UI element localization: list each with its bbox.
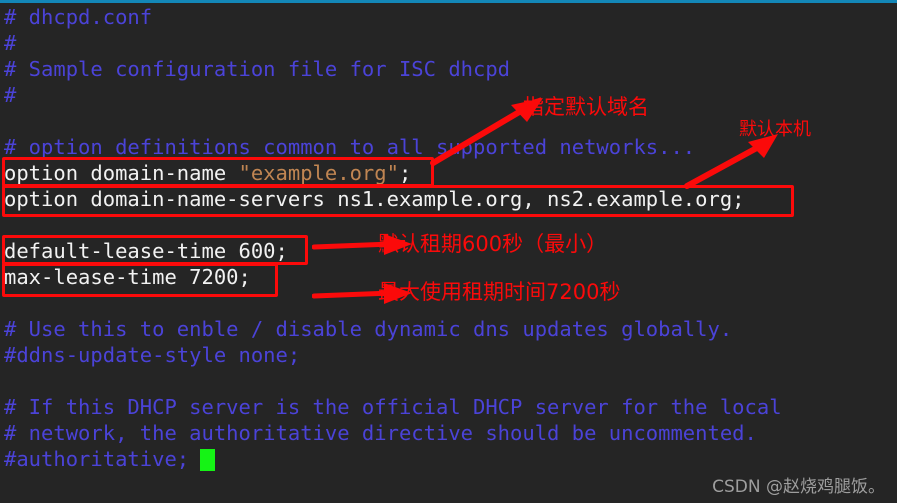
code-line-7-string: "example.org" [238,161,399,185]
text-cursor [200,449,215,471]
csdn-watermark: CSDN @赵烧鸡腿饭。 [712,477,885,497]
code-line-2: # [4,31,17,55]
code-line-4: # [4,83,17,107]
code-line-17: # network, the authoritative directive s… [4,421,757,445]
code-line-16: # If this DHCP server is the official DH… [4,395,782,419]
code-line-8: option domain-name-servers ns1.example.o… [4,187,745,211]
code-line-14: #ddns-update-style none; [4,343,301,367]
code-line-6: # option definitions common to all suppo… [4,135,696,159]
code-line-18: #authoritative; [4,447,190,471]
code-line-13: # Use this to enble / disable dynamic dn… [4,317,733,341]
code-line-10: default-lease-time 600; [4,239,288,263]
window-top-accent-bar [0,0,897,3]
annotation-default-lease: 默认租期600秒（最小） [378,232,608,256]
annotation-domain-name: 指定默认域名 [523,95,649,119]
annotation-local-host: 默认本机 [739,119,811,140]
code-line-1: # dhcpd.conf [4,5,153,29]
code-line-7-prefix: option domain-name [4,161,239,185]
code-line-3: # Sample configuration file for ISC dhcp… [4,57,511,81]
code-line-11: max-lease-time 7200; [4,265,251,289]
terminal-screenshot: # dhcpd.conf # # Sample configuration fi… [0,0,897,503]
code-line-7-suffix: ; [398,161,412,185]
code-line-7: option domain-name "example.org"; [4,160,411,186]
annotation-max-lease: 最大使用租期时间7200秒 [378,280,621,304]
